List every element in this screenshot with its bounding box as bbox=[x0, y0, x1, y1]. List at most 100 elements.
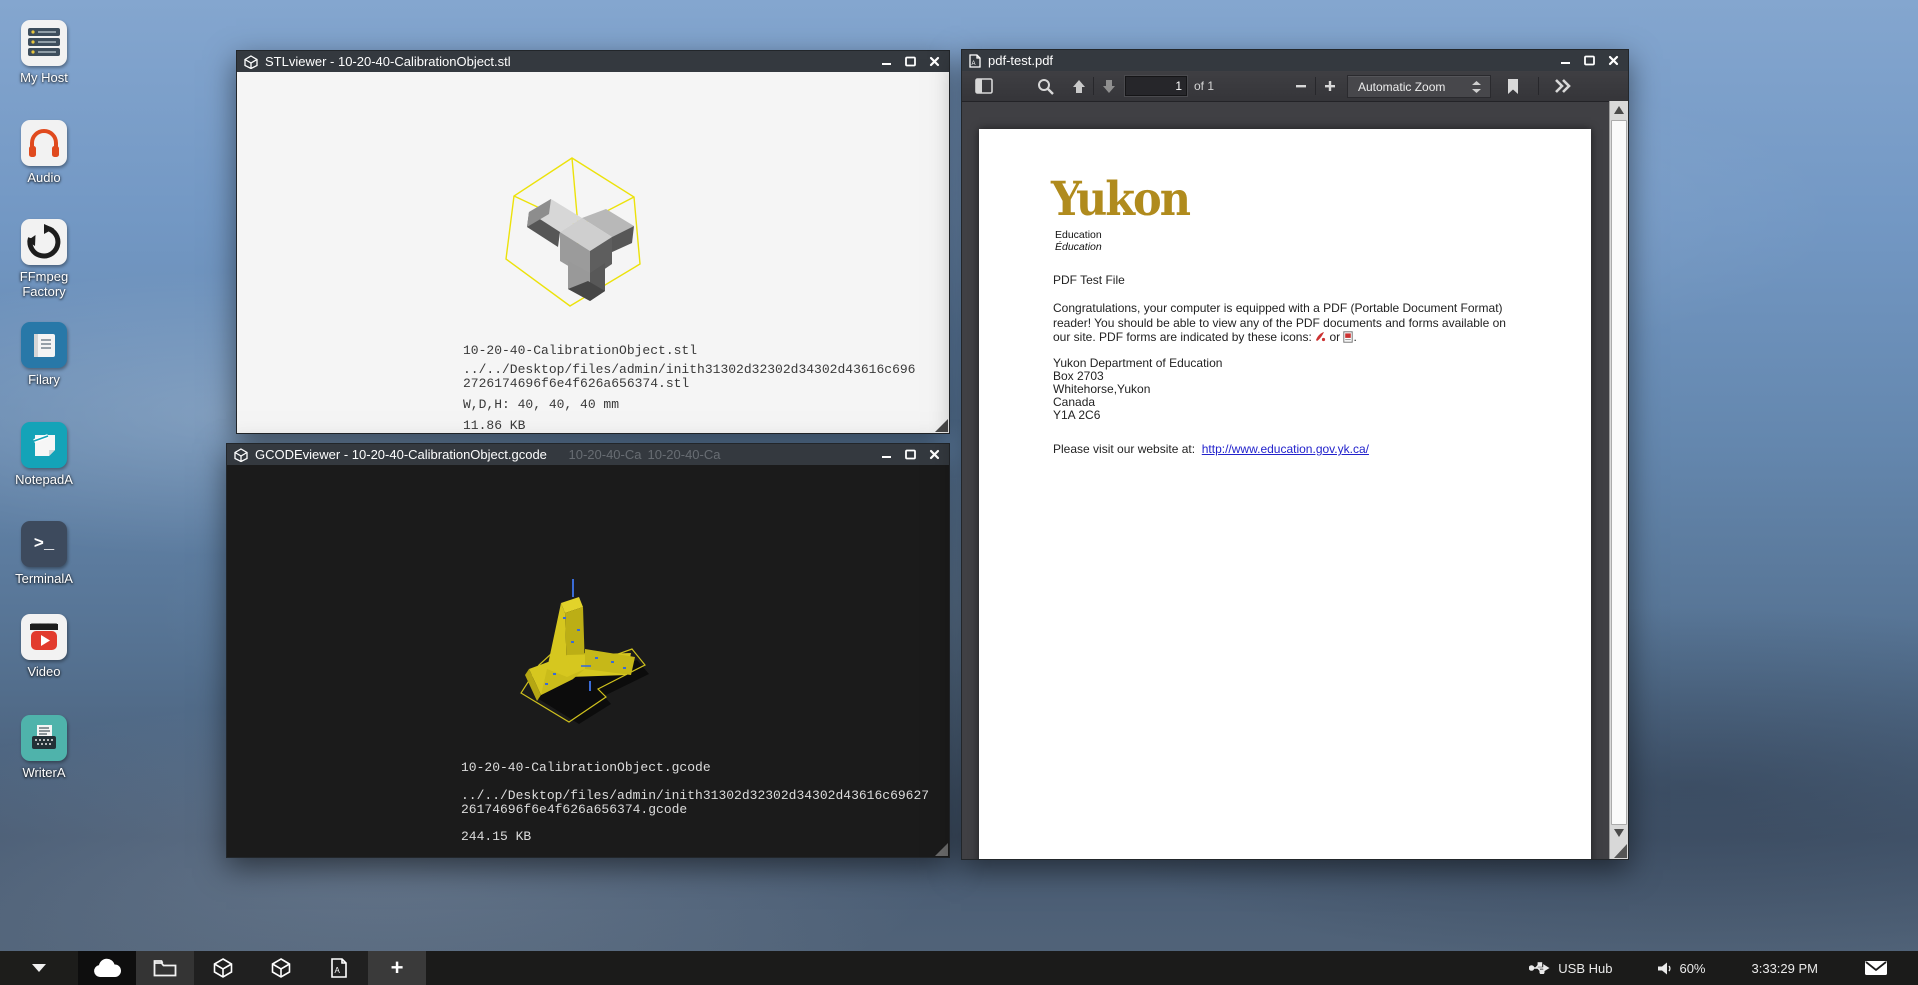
previous-page-button[interactable] bbox=[1066, 74, 1092, 98]
taskbar-gcodeviewer-button[interactable] bbox=[252, 951, 310, 985]
maximize-button[interactable] bbox=[1581, 54, 1597, 68]
desktop-icon-audio[interactable]: Audio bbox=[4, 120, 84, 185]
desktop-icon-label: WriterA bbox=[4, 765, 84, 780]
notifications-button[interactable] bbox=[1864, 960, 1888, 976]
desktop-icon-label: Video bbox=[4, 664, 84, 679]
resize-grip[interactable] bbox=[1614, 844, 1627, 858]
gcode-titlebar[interactable]: GCODEviewer - 10-20-40-CalibrationObject… bbox=[227, 444, 949, 465]
headphones-icon bbox=[21, 120, 67, 166]
taskbar-folder-button[interactable] bbox=[136, 951, 194, 985]
usb-status[interactable]: USB Hub bbox=[1529, 961, 1612, 976]
desktop-icon-writera[interactable]: WriterA bbox=[4, 715, 84, 780]
pdf-page[interactable]: Yukon Education Éducation PDF Test File … bbox=[979, 129, 1591, 859]
desktop-icon-notepada[interactable]: NotepadA bbox=[4, 422, 84, 487]
show-desktop-button[interactable] bbox=[0, 951, 78, 985]
close-button[interactable] bbox=[926, 448, 942, 462]
window-title: GCODEviewer - 10-20-40-CalibrationObject… bbox=[255, 447, 547, 462]
website-link[interactable]: http://www.education.gov.yk.ca/ bbox=[1202, 442, 1369, 456]
stl-path-line1: ../../Desktop/files/admin/inith31302d323… bbox=[463, 362, 915, 377]
clock-label: 3:33:29 PM bbox=[1752, 961, 1819, 976]
video-player-icon bbox=[21, 614, 67, 660]
desktop-icon-label: NotepadA bbox=[4, 472, 84, 487]
typewriter-icon bbox=[21, 715, 67, 761]
taskbar-pdfviewer-button[interactable]: A bbox=[310, 951, 368, 985]
toolbar-more-button[interactable] bbox=[1546, 74, 1580, 98]
cube-icon bbox=[234, 448, 248, 462]
taskbar: A + USB Hub 60% 3:33:29 PM bbox=[0, 951, 1918, 985]
desktop-icon-video[interactable]: Video bbox=[4, 614, 84, 679]
scrollbar[interactable] bbox=[1609, 101, 1628, 859]
minimize-button[interactable] bbox=[1557, 54, 1573, 68]
desktop-icon-filary[interactable]: Filary bbox=[4, 322, 84, 387]
speaker-icon bbox=[1658, 962, 1672, 975]
terminal-prompt-icon: >_ bbox=[21, 521, 67, 567]
pdf-reader-icon bbox=[1315, 331, 1326, 342]
doc-paragraph: Congratulations, your computer is equipp… bbox=[1053, 301, 1573, 345]
maximize-button[interactable] bbox=[902, 55, 918, 69]
volume-status[interactable]: 60% bbox=[1658, 961, 1705, 976]
scroll-up-icon[interactable] bbox=[1614, 106, 1624, 114]
sidebar-toggle-icon bbox=[975, 78, 993, 94]
resize-grip[interactable] bbox=[935, 843, 948, 856]
desktop-icon-label: Audio bbox=[4, 170, 84, 185]
gcode-canvas[interactable]: 10-20-40-CalibrationObject.gcode ../../D… bbox=[227, 465, 949, 857]
find-button[interactable] bbox=[1032, 74, 1058, 98]
volume-label: 60% bbox=[1679, 961, 1705, 976]
note-pencil-icon bbox=[21, 422, 67, 468]
scrollbar-thumb[interactable] bbox=[1611, 120, 1627, 825]
paragraph-line: Congratulations, your computer is equipp… bbox=[1053, 301, 1573, 316]
scroll-down-icon[interactable] bbox=[1614, 829, 1624, 837]
bookmark-button[interactable] bbox=[1500, 74, 1526, 98]
desktop-icon-label: Filary bbox=[4, 372, 84, 387]
pdf-form-icon bbox=[1343, 331, 1353, 343]
desktop-icon-ffmpeg-factory[interactable]: FFmpeg Factory bbox=[4, 219, 84, 299]
pdf-file-icon: A bbox=[331, 958, 347, 978]
desktop-icon-my-host[interactable]: My Host bbox=[4, 20, 84, 85]
desktop-icon-terminala[interactable]: >_ TerminalA bbox=[4, 521, 84, 586]
plus-icon bbox=[1324, 80, 1336, 92]
taskbar-new-button[interactable]: + bbox=[368, 951, 426, 985]
close-button[interactable] bbox=[1605, 54, 1621, 68]
stl-titlebar[interactable]: STLviewer - 10-20-40-CalibrationObject.s… bbox=[237, 51, 949, 72]
minimize-button[interactable] bbox=[878, 55, 894, 69]
gcode-viewer-window: GCODEviewer - 10-20-40-CalibrationObject… bbox=[226, 443, 950, 858]
gcode-path-line2: 26174696f6e4f626a656374.gcode bbox=[461, 802, 687, 817]
server-icon bbox=[21, 20, 67, 66]
pdf-titlebar[interactable]: A pdf-test.pdf bbox=[962, 50, 1628, 71]
envelope-icon bbox=[1864, 960, 1888, 976]
arrow-down-icon bbox=[1102, 79, 1116, 94]
stl-canvas[interactable]: 10-20-40-CalibrationObject.stl ../../Des… bbox=[237, 72, 949, 433]
chevron-down-icon bbox=[32, 964, 46, 972]
cube-icon bbox=[244, 55, 258, 69]
next-page-button[interactable] bbox=[1096, 74, 1122, 98]
desktop-icon-label: FFmpeg Factory bbox=[4, 269, 84, 299]
maximize-button[interactable] bbox=[902, 448, 918, 462]
cube-icon bbox=[271, 958, 291, 978]
resize-grip[interactable] bbox=[935, 419, 948, 432]
logo-education-fr: Éducation bbox=[1055, 241, 1102, 253]
select-arrows-icon bbox=[1472, 81, 1481, 93]
taskbar-files-button[interactable] bbox=[78, 951, 136, 985]
paragraph-line: our site. PDF forms are indicated by the… bbox=[1053, 330, 1573, 345]
zoom-in-button[interactable] bbox=[1318, 74, 1342, 98]
page-count-label: of 1 bbox=[1194, 79, 1214, 93]
desktop-icon-label: TerminalA bbox=[4, 571, 84, 586]
pdf-toolbar: of 1 Automatic Zoom bbox=[962, 71, 1628, 102]
minimize-button[interactable] bbox=[878, 448, 894, 462]
doc-heading: PDF Test File bbox=[1053, 273, 1125, 288]
zoom-select[interactable]: Automatic Zoom bbox=[1347, 75, 1491, 98]
clock[interactable]: 3:33:29 PM bbox=[1752, 961, 1819, 976]
occluded-file-label: 10-20-40-Ca bbox=[560, 447, 650, 462]
taskbar-stlviewer-button[interactable] bbox=[194, 951, 252, 985]
zoom-out-button[interactable] bbox=[1289, 74, 1313, 98]
address-line: Y1A 2C6 bbox=[1053, 409, 1222, 422]
book-icon bbox=[21, 322, 67, 368]
sidebar-toggle-button[interactable] bbox=[970, 74, 998, 98]
double-chevron-right-icon bbox=[1554, 79, 1572, 93]
page-number-input[interactable] bbox=[1125, 76, 1187, 96]
doc-website-line: Please visit our website at: http://www.… bbox=[1053, 442, 1369, 457]
close-button[interactable] bbox=[926, 55, 942, 69]
stl-filename: 10-20-40-CalibrationObject.stl bbox=[463, 343, 697, 358]
stl-path-line2: 2726174696f6e4f626a656374.stl bbox=[463, 376, 689, 391]
gcode-path-line1: ../../Desktop/files/admin/inith31302d323… bbox=[461, 788, 929, 803]
